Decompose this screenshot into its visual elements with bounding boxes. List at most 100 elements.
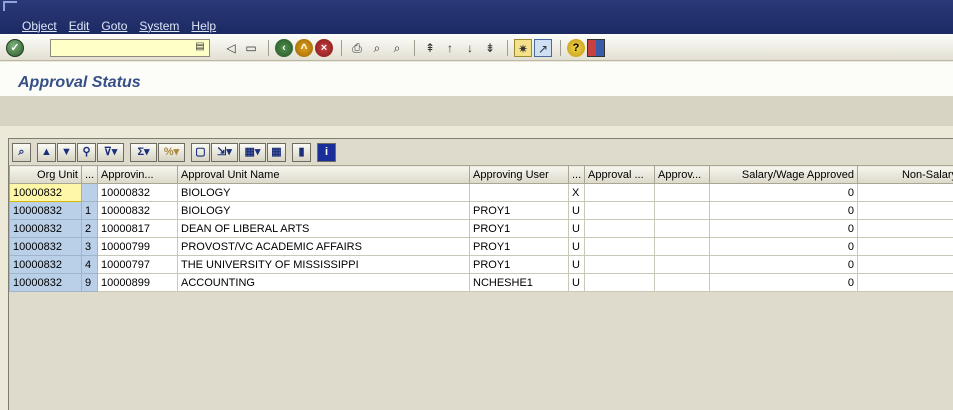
column-header[interactable]: Org Unit [9, 165, 82, 184]
cell-non-salary[interactable] [857, 237, 953, 256]
table-row[interactable]: 10000832 2 10000817 DEAN OF LIBERAL ARTS… [9, 219, 953, 238]
table-row[interactable]: 10000832 1 10000832 BIOLOGY PROY1 U 0 [9, 201, 953, 220]
cell-unit-name[interactable]: BIOLOGY [177, 183, 470, 202]
cell-non-salary[interactable] [857, 201, 953, 220]
column-header[interactable]: Approval Unit Name [177, 165, 470, 184]
table-row[interactable]: 10000832 10000832 BIOLOGY X 0 [9, 183, 953, 202]
sum-icon[interactable]: Σ▾ [130, 142, 157, 162]
graphic-icon[interactable]: ▮ [292, 142, 311, 162]
export-icon[interactable]: ⇲▾ [211, 142, 238, 162]
details-icon[interactable]: ⌕ [12, 142, 31, 162]
cell-org-unit[interactable]: 10000832 [9, 273, 82, 292]
find-icon[interactable]: ⌕ [368, 39, 386, 57]
cell-salary-approved[interactable]: 0 [709, 255, 858, 274]
column-header[interactable]: Approv... [654, 165, 710, 184]
cell-non-salary[interactable] [857, 273, 953, 292]
first-page-icon[interactable]: ⇞ [421, 39, 439, 57]
column-header[interactable]: ... [81, 165, 98, 184]
cell-seq[interactable]: 9 [81, 273, 98, 292]
cell-non-salary[interactable] [857, 183, 953, 202]
cell-seq[interactable]: 4 [81, 255, 98, 274]
command-field[interactable] [50, 39, 210, 57]
menu-object[interactable]: Object [22, 19, 57, 33]
cell-org-unit[interactable]: 10000832 [9, 255, 82, 274]
cell-salary-approved[interactable]: 0 [709, 219, 858, 238]
cell-approval-date[interactable] [584, 219, 655, 238]
exit-icon[interactable]: ^ [295, 39, 313, 57]
filter-icon[interactable]: ⊽▾ [97, 142, 124, 162]
layout-icon[interactable]: ▦ [267, 142, 286, 162]
cell-approving-user[interactable]: NCHESHE1 [469, 273, 569, 292]
back-icon[interactable]: ‹ [275, 39, 293, 57]
cell-approval-date[interactable] [584, 201, 655, 220]
cell-seq[interactable]: 3 [81, 237, 98, 256]
cell-unit-name[interactable]: DEAN OF LIBERAL ARTS [177, 219, 470, 238]
column-header[interactable]: Salary/Wage Approved [709, 165, 858, 184]
menu-system[interactable]: System [139, 19, 179, 33]
table-row[interactable]: 10000832 4 10000797 THE UNIVERSITY OF MI… [9, 255, 953, 274]
find-next-icon[interactable]: ⌕ [388, 39, 406, 57]
cell-salary-approved[interactable]: 0 [709, 237, 858, 256]
print-preview-icon[interactable]: ▢ [191, 142, 210, 162]
cell-status[interactable]: U [568, 273, 585, 292]
new-session-icon[interactable]: ✷ [514, 39, 532, 57]
cancel-icon[interactable]: × [315, 39, 333, 57]
cell-approval-date[interactable] [584, 255, 655, 274]
help-icon[interactable]: ? [567, 39, 585, 57]
collapse-icon[interactable]: ◁ [222, 39, 240, 57]
subtotal-icon[interactable]: %▾ [158, 142, 185, 162]
save-icon[interactable]: ▭ [242, 39, 260, 57]
cell-status[interactable]: U [568, 255, 585, 274]
cell-approval-time[interactable] [654, 201, 710, 220]
cell-approval-time[interactable] [654, 255, 710, 274]
column-header[interactable]: Approving User [469, 165, 569, 184]
cell-salary-approved[interactable]: 0 [709, 183, 858, 202]
cell-non-salary[interactable] [857, 219, 953, 238]
cell-approving-unit[interactable]: 10000799 [97, 237, 178, 256]
cell-approval-time[interactable] [654, 183, 710, 202]
cell-status[interactable]: U [568, 237, 585, 256]
menu-help[interactable]: Help [191, 19, 216, 33]
print-icon[interactable]: ⎙ [348, 39, 366, 57]
cell-unit-name[interactable]: BIOLOGY [177, 201, 470, 220]
cell-approval-date[interactable] [584, 183, 655, 202]
cell-salary-approved[interactable]: 0 [709, 201, 858, 220]
last-page-icon[interactable]: ⇟ [481, 39, 499, 57]
cell-status[interactable]: U [568, 201, 585, 220]
cell-approving-user[interactable] [469, 183, 569, 202]
cell-non-salary[interactable] [857, 255, 953, 274]
column-header[interactable]: ... [568, 165, 585, 184]
cell-approving-unit[interactable]: 10000797 [97, 255, 178, 274]
cell-approval-time[interactable] [654, 237, 710, 256]
column-header[interactable]: Approvin... [97, 165, 178, 184]
cell-org-unit[interactable]: 10000832 [9, 219, 82, 238]
cell-approval-date[interactable] [584, 237, 655, 256]
column-header[interactable]: Approval ... [584, 165, 655, 184]
info-icon[interactable]: i [317, 142, 336, 162]
cell-approving-user[interactable]: PROY1 [469, 255, 569, 274]
cell-approving-user[interactable]: PROY1 [469, 219, 569, 238]
cell-org-unit[interactable]: 10000832 [9, 183, 82, 202]
shortcut-icon[interactable]: ↗ [534, 39, 552, 57]
cell-approving-unit[interactable]: 10000899 [97, 273, 178, 292]
cell-status[interactable]: U [568, 219, 585, 238]
cell-approving-unit[interactable]: 10000832 [97, 183, 178, 202]
cell-unit-name[interactable]: THE UNIVERSITY OF MISSISSIPPI [177, 255, 470, 274]
next-page-icon[interactable]: ↓ [461, 39, 479, 57]
menu-goto[interactable]: Goto [101, 19, 127, 33]
cell-approving-unit[interactable]: 10000832 [97, 201, 178, 220]
column-header[interactable]: Non-Salary [857, 165, 953, 184]
find-icon[interactable]: ⚲ [77, 142, 96, 162]
enter-icon[interactable]: ✓ [6, 39, 24, 57]
cell-seq[interactable]: 1 [81, 201, 98, 220]
cell-status[interactable]: X [568, 183, 585, 202]
sort-descending-icon[interactable]: ▼ [57, 142, 76, 162]
cell-unit-name[interactable]: PROVOST/VC ACADEMIC AFFAIRS [177, 237, 470, 256]
cell-approval-date[interactable] [584, 273, 655, 292]
cell-approval-time[interactable] [654, 219, 710, 238]
cell-approving-user[interactable]: PROY1 [469, 201, 569, 220]
cell-seq[interactable]: 2 [81, 219, 98, 238]
command-history-icon[interactable]: ▤ [194, 40, 206, 54]
cell-salary-approved[interactable]: 0 [709, 273, 858, 292]
table-row[interactable]: 10000832 3 10000799 PROVOST/VC ACADEMIC … [9, 237, 953, 256]
